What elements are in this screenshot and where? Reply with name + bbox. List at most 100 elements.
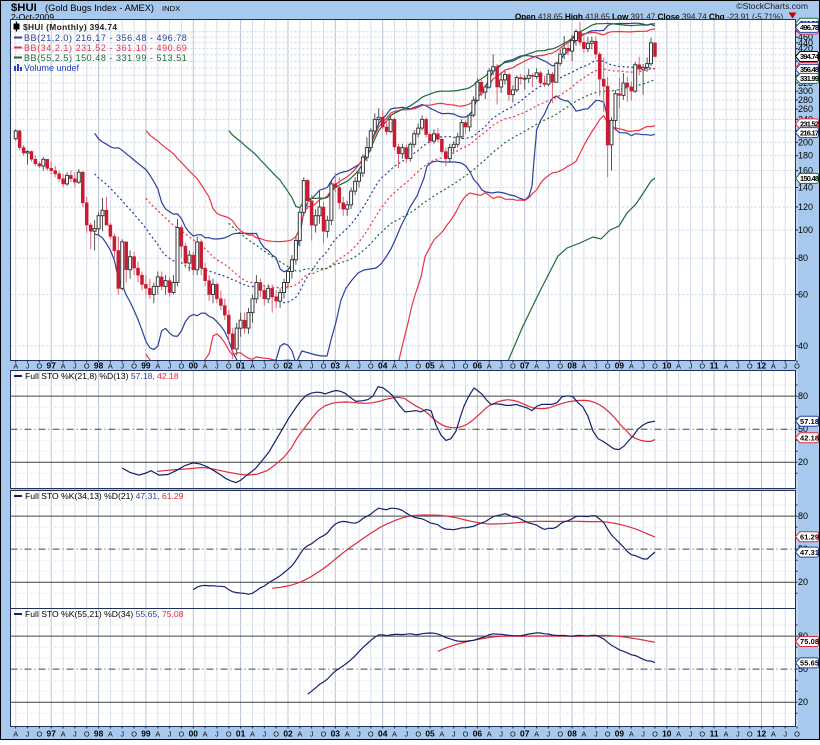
svg-text:40: 40 xyxy=(798,341,808,351)
svg-text:A: A xyxy=(297,730,302,739)
svg-text:09: 09 xyxy=(615,361,625,371)
svg-text:120: 120 xyxy=(798,202,813,212)
svg-text:80: 80 xyxy=(798,511,808,521)
svg-text:99: 99 xyxy=(141,729,151,739)
svg-text:Full STO %K(55,21) %D(34) 55.6: Full STO %K(55,21) %D(34) 55.65, 75.08 xyxy=(25,609,184,619)
svg-text:A: A xyxy=(392,730,397,739)
svg-text:97: 97 xyxy=(47,729,57,739)
svg-text:O: O xyxy=(463,730,469,739)
svg-text:A: A xyxy=(155,730,160,739)
svg-text:20: 20 xyxy=(798,697,808,707)
svg-text:20: 20 xyxy=(798,577,808,587)
svg-text:O: O xyxy=(794,362,800,371)
svg-text:J: J xyxy=(547,362,551,371)
svg-text:47.31: 47.31 xyxy=(800,548,819,557)
svg-text:J: J xyxy=(357,730,361,739)
svg-text:J: J xyxy=(641,362,645,371)
svg-text:98: 98 xyxy=(94,361,104,371)
svg-text:O: O xyxy=(510,362,516,371)
svg-text:J: J xyxy=(26,730,30,739)
svg-text:O: O xyxy=(37,730,43,739)
svg-text:08: 08 xyxy=(567,361,577,371)
svg-text:J: J xyxy=(73,362,77,371)
svg-text:60: 60 xyxy=(798,290,808,300)
svg-text:O: O xyxy=(699,362,705,371)
svg-text:J: J xyxy=(357,362,361,371)
svg-text:A: A xyxy=(13,362,18,371)
svg-text:Full STO %K(34,13) %D(21) 47.3: Full STO %K(34,13) %D(21) 47.31, 61.29 xyxy=(25,491,184,501)
svg-text:J: J xyxy=(215,730,219,739)
svg-text:$HUI (Monthly) 394.74: $HUI (Monthly) 394.74 xyxy=(23,22,117,32)
svg-text:O: O xyxy=(605,730,611,739)
svg-text:08: 08 xyxy=(567,729,577,739)
svg-text:A: A xyxy=(771,730,776,739)
svg-text:J: J xyxy=(120,730,124,739)
svg-text:J: J xyxy=(73,730,77,739)
svg-text:O: O xyxy=(226,362,232,371)
svg-text:03: 03 xyxy=(331,361,341,371)
svg-text:O: O xyxy=(747,362,753,371)
svg-text:00: 00 xyxy=(189,361,199,371)
svg-text:A: A xyxy=(250,362,255,371)
svg-text:O: O xyxy=(557,730,563,739)
svg-text:07: 07 xyxy=(520,361,530,371)
svg-text:A: A xyxy=(676,362,681,371)
svg-text:496.78: 496.78 xyxy=(800,23,819,32)
svg-text:A: A xyxy=(724,730,729,739)
svg-text:J: J xyxy=(736,730,740,739)
svg-text:394.74: 394.74 xyxy=(800,52,820,61)
svg-text:06: 06 xyxy=(473,361,483,371)
svg-text:J: J xyxy=(689,730,693,739)
svg-text:J: J xyxy=(168,730,172,739)
svg-text:J: J xyxy=(452,730,456,739)
svg-text:A: A xyxy=(581,730,586,739)
svg-text:O: O xyxy=(415,362,421,371)
svg-text:J: J xyxy=(452,362,456,371)
svg-text:12: 12 xyxy=(757,361,767,371)
svg-text:J: J xyxy=(215,362,219,371)
svg-text:A: A xyxy=(155,362,160,371)
svg-text:03: 03 xyxy=(331,729,341,739)
svg-text:A: A xyxy=(61,730,66,739)
svg-text:J: J xyxy=(736,362,740,371)
svg-text:O: O xyxy=(84,730,90,739)
svg-text:J: J xyxy=(120,362,124,371)
svg-text:O: O xyxy=(415,730,421,739)
svg-text:BB(34,2.1) 231.52 - 361.10 - 4: BB(34,2.1) 231.52 - 361.10 - 490.69 xyxy=(24,43,187,53)
svg-text:J: J xyxy=(262,730,266,739)
svg-text:J: J xyxy=(168,362,172,371)
svg-text:J: J xyxy=(783,730,787,739)
svg-text:140: 140 xyxy=(798,183,813,193)
svg-text:A: A xyxy=(534,362,539,371)
svg-text:99: 99 xyxy=(141,361,151,371)
svg-text:O: O xyxy=(747,730,753,739)
svg-text:A: A xyxy=(13,730,18,739)
svg-text:80: 80 xyxy=(798,391,808,401)
svg-text:J: J xyxy=(547,730,551,739)
svg-text:A: A xyxy=(392,362,397,371)
svg-text:06: 06 xyxy=(473,729,483,739)
svg-text:©StockCharts.com: ©StockCharts.com xyxy=(736,1,808,11)
svg-text:O: O xyxy=(37,362,43,371)
svg-text:20: 20 xyxy=(798,457,808,467)
svg-text:A: A xyxy=(108,362,113,371)
svg-text:98: 98 xyxy=(94,729,104,739)
svg-text:A: A xyxy=(439,362,444,371)
svg-text:02: 02 xyxy=(283,729,293,739)
svg-text:216.17: 216.17 xyxy=(800,128,819,137)
svg-text:O: O xyxy=(368,362,374,371)
svg-text:11: 11 xyxy=(710,361,719,371)
svg-text:10: 10 xyxy=(662,729,672,739)
svg-text:O: O xyxy=(226,730,232,739)
svg-text:A: A xyxy=(250,730,255,739)
svg-text:O: O xyxy=(84,362,90,371)
svg-text:J: J xyxy=(262,362,266,371)
svg-text:A: A xyxy=(345,730,350,739)
svg-text:J: J xyxy=(405,730,409,739)
svg-text:O: O xyxy=(321,730,327,739)
svg-text:O: O xyxy=(273,362,279,371)
svg-text:200: 200 xyxy=(798,137,813,147)
svg-text:O: O xyxy=(368,730,374,739)
svg-text:01: 01 xyxy=(236,729,246,739)
svg-text:O: O xyxy=(179,730,185,739)
